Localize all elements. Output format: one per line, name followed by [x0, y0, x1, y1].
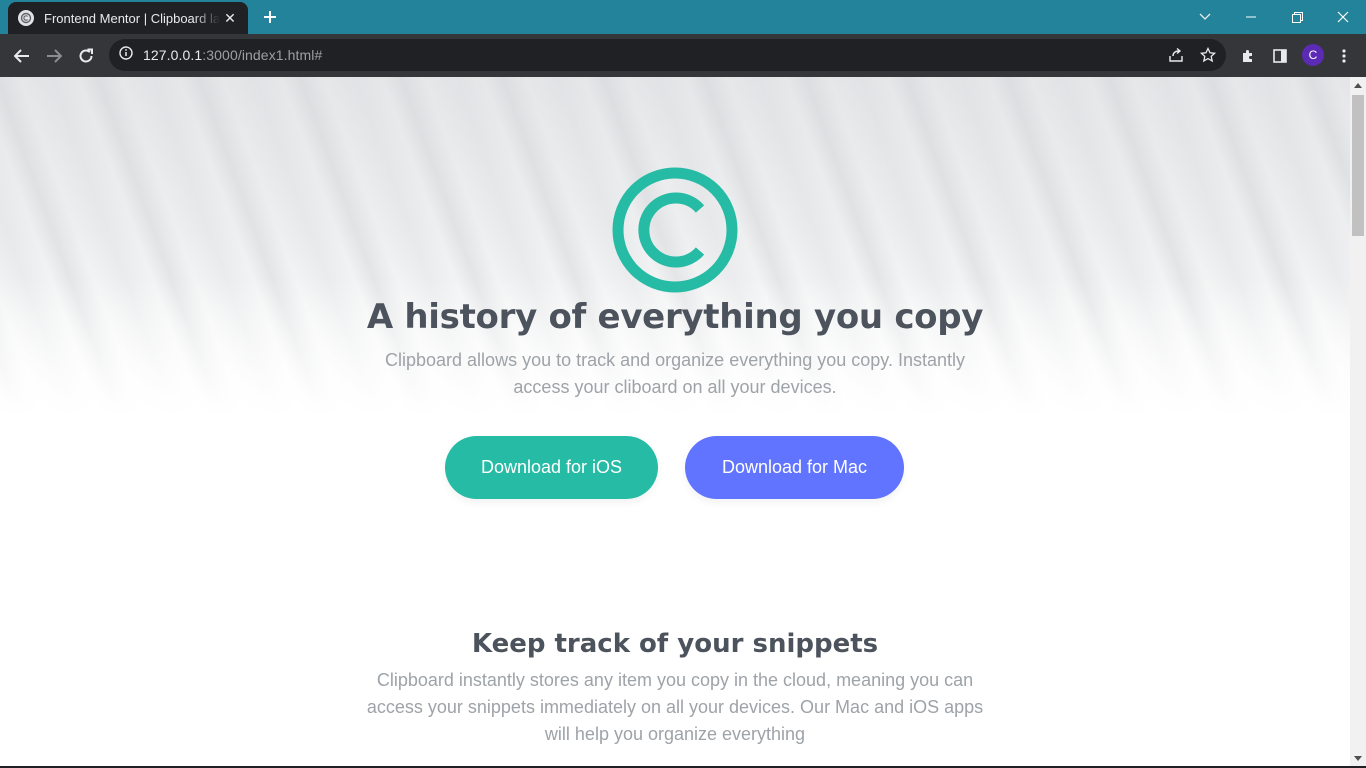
address-bar[interactable]: 127.0.0.1:3000/index1.html#	[109, 39, 1226, 71]
download-mac-button[interactable]: Download for Mac	[685, 436, 904, 499]
download-ios-button[interactable]: Download for iOS	[445, 436, 658, 499]
minimize-icon[interactable]	[1228, 0, 1274, 34]
scroll-down-icon[interactable]	[1350, 750, 1366, 766]
bookmark-star-icon[interactable]	[1198, 45, 1218, 65]
tab-close-icon[interactable]: ✕	[222, 10, 238, 27]
share-icon[interactable]	[1166, 45, 1186, 65]
scroll-up-icon[interactable]	[1350, 77, 1366, 93]
chevron-down-icon[interactable]	[1182, 0, 1228, 34]
clipboard-logo-icon	[612, 167, 738, 293]
browser-toolbar: 127.0.0.1:3000/index1.html# C	[0, 34, 1366, 77]
tab-strip: Frontend Mentor | Clipboard landing page…	[0, 0, 1366, 34]
url-text: 127.0.0.1:3000/index1.html#	[143, 47, 323, 63]
tab-title: Frontend Mentor | Clipboard landing page	[44, 10, 220, 26]
favicon-icon	[18, 10, 34, 26]
browser-tab[interactable]: Frontend Mentor | Clipboard landing page…	[8, 2, 248, 34]
hero-title: A history of everything you copy	[366, 297, 984, 337]
back-arrow-icon[interactable]	[8, 42, 36, 70]
site-info-icon[interactable]	[119, 45, 133, 65]
kebab-menu-icon[interactable]	[1330, 42, 1358, 70]
forward-arrow-icon[interactable]	[40, 42, 68, 70]
scrollbar-thumb[interactable]	[1352, 95, 1364, 236]
extensions-icon[interactable]	[1234, 42, 1262, 70]
profile-avatar[interactable]: C	[1302, 44, 1324, 66]
restore-icon[interactable]	[1274, 0, 1320, 34]
new-tab-button[interactable]	[258, 5, 282, 29]
page-viewport: A history of everything you copy Clipboa…	[0, 77, 1350, 766]
vertical-scrollbar[interactable]	[1350, 77, 1366, 766]
reload-icon[interactable]	[72, 42, 100, 70]
snippets-text: Clipboard instantly stores any item you …	[366, 670, 984, 744]
side-panel-icon[interactable]	[1266, 42, 1294, 70]
close-icon[interactable]	[1320, 0, 1366, 34]
hero-subtitle: Clipboard allows you to track and organi…	[385, 350, 965, 397]
snippets-title: Keep track of your snippets	[471, 629, 879, 659]
